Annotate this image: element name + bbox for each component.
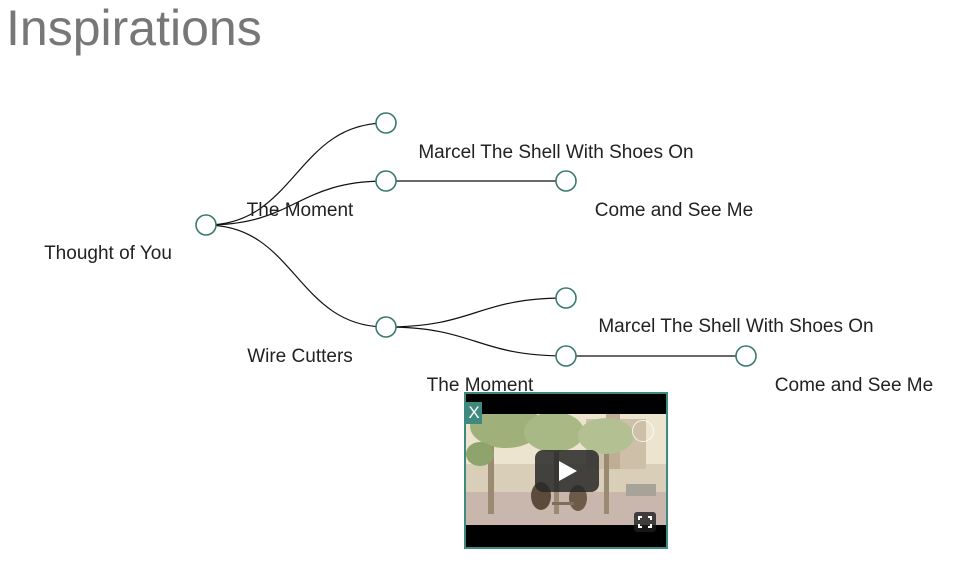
tree-node-branch-b-mid-child[interactable]: [735, 345, 757, 367]
tree-node-branch-b[interactable]: [375, 316, 397, 338]
node-label-wire-cutters: Wire Cutters: [247, 346, 353, 367]
node-label-marcel-b: Marcel The Shell With Shoes On: [598, 316, 873, 337]
link-wire-cutters-to-the-moment: [385, 326, 567, 357]
play-button[interactable]: [535, 450, 599, 492]
play-icon: [559, 461, 577, 481]
close-button[interactable]: X: [466, 402, 482, 424]
node-label-marcel-a: Marcel The Shell With Shoes On: [418, 142, 693, 163]
node-label-come-and-see-me-a: Come and See Me: [595, 200, 753, 221]
tree-node-branch-a-mid[interactable]: [375, 170, 397, 192]
fullscreen-button[interactable]: [634, 512, 656, 532]
clock-icon[interactable]: [632, 420, 654, 442]
tree-node-branch-a-mid-child[interactable]: [555, 170, 577, 192]
node-label-thought-of-you: Thought of You: [44, 243, 172, 264]
node-label-come-and-see-me-b: Come and See Me: [775, 375, 933, 396]
video-popup: X: [464, 392, 668, 549]
tree-node-root[interactable]: [195, 214, 217, 236]
link-wire-cutters-to-marcel: [385, 297, 567, 328]
tree-node-branch-b-mid[interactable]: [555, 345, 577, 367]
node-label-the-moment: The Moment: [247, 200, 354, 221]
link-root-to-wire-cutters: [205, 224, 387, 328]
fullscreen-icon: [638, 516, 652, 528]
tree-node-branch-b-top[interactable]: [555, 287, 577, 309]
tree-node-branch-a-top-leaf[interactable]: [375, 112, 397, 134]
